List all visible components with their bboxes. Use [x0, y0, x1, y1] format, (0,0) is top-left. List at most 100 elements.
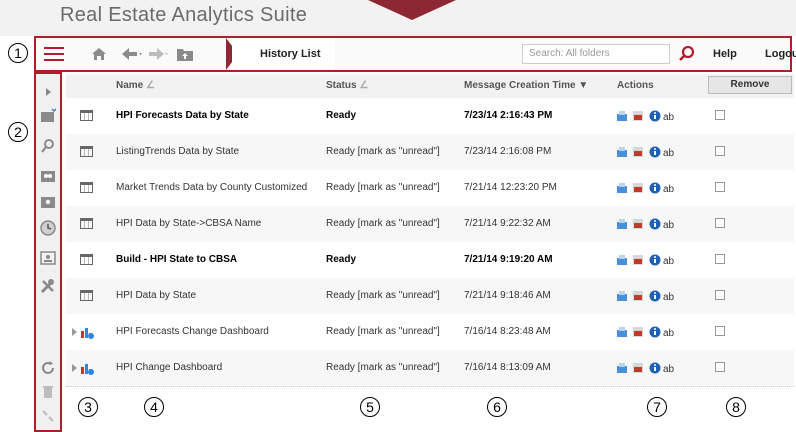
app-title: Real Estate Analytics Suite — [60, 4, 308, 26]
svg-text:ab: ab — [663, 364, 675, 374]
help-link[interactable]: Help — [713, 38, 737, 70]
row-status: Ready [mark as "unread"] — [326, 218, 440, 229]
dashboard-icon — [81, 328, 94, 339]
remove-checkbox[interactable] — [715, 362, 725, 372]
logout-link[interactable]: Logout — [765, 38, 796, 70]
svg-text:ab: ab — [663, 112, 675, 122]
remove-checkbox[interactable] — [715, 254, 725, 264]
info-icon[interactable] — [649, 182, 661, 194]
pdf-icon[interactable] — [632, 362, 644, 374]
row-name[interactable]: HPI Change Dashboard — [116, 350, 222, 386]
table-row[interactable]: HPI Change Dashboard Ready [mark as "unre… — [66, 350, 794, 387]
export-icon[interactable] — [616, 290, 628, 302]
back-arrow-icon[interactable] — [120, 46, 142, 62]
row-name[interactable]: ListingTrends Data by State — [116, 134, 239, 170]
row-time: 7/23/14 2:16:43 PM — [464, 110, 553, 121]
row-name[interactable]: Market Trends Data by County Customized — [116, 170, 307, 206]
table-row[interactable]: Build - HPI State to CBSA Ready 7/21/14 9:… — [66, 242, 794, 279]
info-icon[interactable] — [649, 218, 661, 230]
callout-1: 1 — [8, 43, 28, 63]
info-icon[interactable] — [649, 326, 661, 338]
new-document-icon[interactable] — [40, 108, 56, 124]
breadcrumb[interactable]: History List — [232, 38, 335, 70]
export-icon[interactable] — [616, 362, 628, 374]
tools-icon[interactable] — [40, 278, 56, 294]
info-icon[interactable] — [649, 146, 661, 158]
remove-checkbox[interactable] — [715, 290, 725, 300]
grid-report-icon — [80, 110, 93, 121]
column-header-actions: Actions — [617, 80, 654, 91]
search-input[interactable]: Search: All folders — [522, 44, 670, 64]
info-icon[interactable] — [649, 362, 661, 374]
rename-icon[interactable]: ab — [663, 362, 675, 374]
callout-6: 6 — [487, 397, 507, 417]
pdf-icon[interactable] — [632, 110, 644, 122]
column-header-status[interactable]: Status ∠ — [326, 74, 368, 98]
remove-checkbox[interactable] — [715, 110, 725, 120]
rename-icon[interactable]: ab — [663, 218, 675, 230]
callout-3: 3 — [78, 397, 98, 417]
row-name[interactable]: HPI Forecasts Data by State — [116, 98, 249, 134]
expand-arrow-icon[interactable] — [40, 84, 56, 100]
row-name[interactable]: HPI Forecasts Change Dashboard — [116, 314, 269, 350]
remove-button[interactable]: Remove — [708, 76, 792, 94]
rename-icon[interactable]: ab — [663, 182, 675, 194]
trash-icon[interactable] — [40, 384, 56, 400]
refresh-icon[interactable] — [40, 360, 56, 376]
remove-checkbox[interactable] — [715, 218, 725, 228]
rename-icon[interactable]: ab — [663, 146, 675, 158]
export-icon[interactable] — [616, 146, 628, 158]
export-icon[interactable] — [616, 326, 628, 338]
row-time: 7/21/14 12:23:20 PM — [464, 182, 557, 193]
remove-checkbox[interactable] — [715, 182, 725, 192]
pdf-icon[interactable] — [632, 290, 644, 302]
folder-up-icon[interactable] — [176, 46, 194, 62]
rename-icon[interactable]: ab — [663, 254, 675, 266]
dashboard-icon — [81, 364, 94, 375]
hamburger-menu-icon[interactable] — [44, 47, 64, 61]
profile-icon[interactable] — [40, 250, 56, 266]
search-sidebar-icon[interactable] — [40, 138, 56, 154]
row-name[interactable]: Build - HPI State to CBSA — [116, 242, 237, 278]
forward-arrow-icon[interactable] — [146, 46, 168, 62]
rename-icon[interactable]: ab — [663, 110, 675, 122]
table-row[interactable]: Market Trends Data by County Customized R… — [66, 170, 794, 207]
remove-checkbox[interactable] — [715, 146, 725, 156]
svg-text:ab: ab — [663, 220, 675, 230]
history-clock-icon[interactable] — [40, 220, 56, 236]
collapse-icon[interactable] — [40, 408, 56, 424]
info-icon[interactable] — [649, 290, 661, 302]
pdf-icon[interactable] — [632, 146, 644, 158]
rename-icon[interactable]: ab — [663, 326, 675, 338]
table-row[interactable]: HPI Data by State Ready [mark as "unread"… — [66, 278, 794, 315]
row-name[interactable]: HPI Data by State->CBSA Name — [116, 206, 261, 242]
export-icon[interactable] — [616, 110, 628, 122]
expand-row-icon[interactable] — [72, 328, 77, 336]
expand-row-icon[interactable] — [72, 364, 77, 372]
pdf-icon[interactable] — [632, 182, 644, 194]
search-icon[interactable] — [678, 45, 696, 63]
pdf-icon[interactable] — [632, 254, 644, 266]
home-icon[interactable] — [91, 46, 107, 62]
column-header-name[interactable]: Name ∠ — [116, 74, 155, 98]
row-status: Ready [mark as "unread"] — [326, 362, 440, 373]
column-header-time[interactable]: Message Creation Time ▼ — [464, 74, 588, 98]
rename-icon[interactable]: ab — [663, 290, 675, 302]
export-icon[interactable] — [616, 254, 628, 266]
row-name[interactable]: HPI Data by State — [116, 278, 196, 314]
remove-checkbox[interactable] — [715, 326, 725, 336]
info-icon[interactable] — [649, 110, 661, 122]
my-folder-icon[interactable] — [40, 194, 56, 210]
table-row[interactable]: ListingTrends Data by State Ready [mark a… — [66, 134, 794, 171]
svg-text:ab: ab — [663, 292, 675, 302]
export-icon[interactable] — [616, 182, 628, 194]
grid-report-icon — [80, 146, 93, 157]
export-icon[interactable] — [616, 218, 628, 230]
table-row[interactable]: HPI Forecasts Data by State Ready 7/23/14 … — [66, 98, 794, 135]
shared-folder-icon[interactable] — [40, 168, 56, 184]
table-row[interactable]: HPI Forecasts Change Dashboard Ready [mar… — [66, 314, 794, 351]
table-row[interactable]: HPI Data by State->CBSA Name Ready [mark … — [66, 206, 794, 243]
pdf-icon[interactable] — [632, 218, 644, 230]
pdf-icon[interactable] — [632, 326, 644, 338]
info-icon[interactable] — [649, 254, 661, 266]
